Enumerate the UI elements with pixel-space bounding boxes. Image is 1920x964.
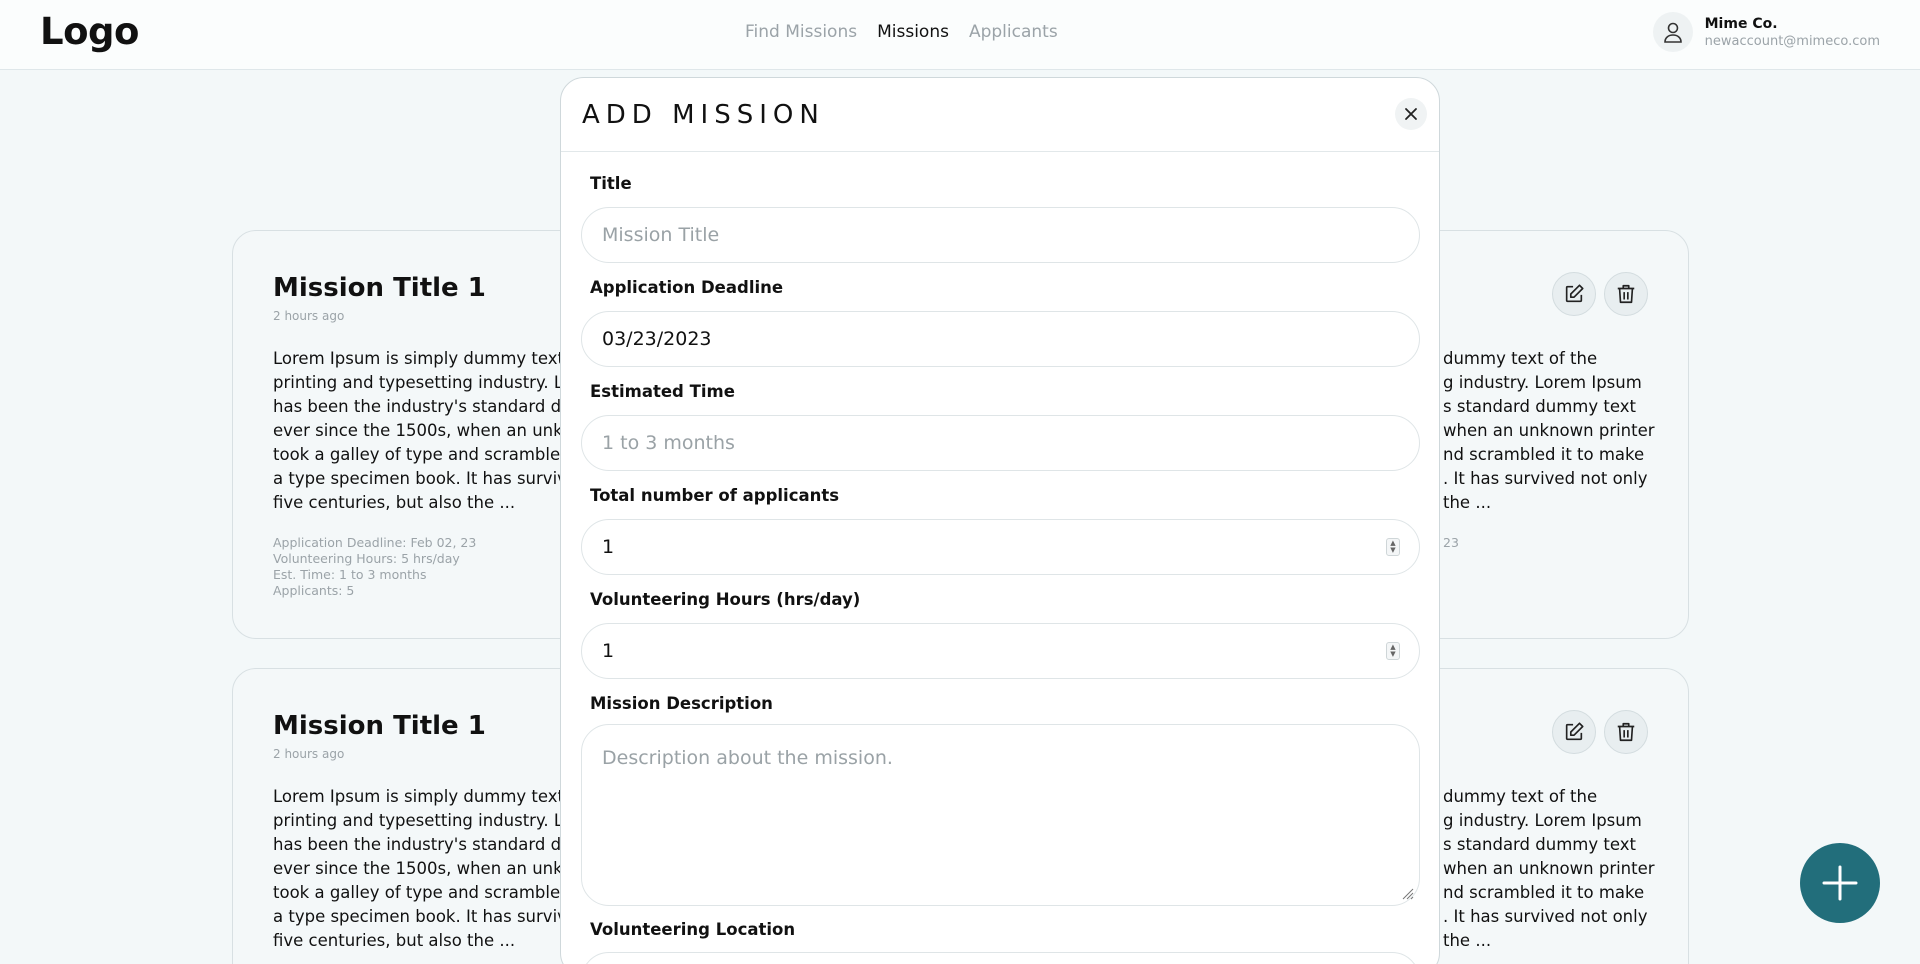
edit-button[interactable] (1552, 272, 1596, 316)
description-line: when an unknown printer (1443, 859, 1655, 878)
modal-title: ADD MISSION (582, 100, 825, 130)
description-line: ever since the 1500s, when an unkn (273, 859, 563, 878)
mission-meta-right: 23 (1443, 535, 1459, 550)
mission-meta: Application Deadline: Feb 02, 23 Volunte… (273, 535, 476, 599)
description-line: dummy text of the (1443, 349, 1598, 368)
meta-deadline: Application Deadline: Feb 02, 23 (273, 535, 477, 550)
edit-icon (1565, 284, 1584, 303)
close-button[interactable] (1395, 98, 1427, 130)
mission-description: Lorem Ipsum is simply dummy text o print… (273, 347, 563, 515)
mission-time: 2 hours ago (273, 309, 345, 323)
trash-icon (1617, 284, 1635, 304)
logo[interactable]: Logo (40, 10, 139, 53)
description-line: a type specimen book. It has surviv (273, 469, 563, 488)
title-label: Title (590, 174, 632, 193)
description-label: Mission Description (590, 694, 773, 713)
description-line: Lorem Ipsum is simply dummy text o (273, 349, 563, 368)
deadline-label: Application Deadline (590, 278, 784, 297)
description-line: . It has survived not only (1443, 907, 1648, 926)
description-line: the ... (1443, 493, 1492, 512)
description-line: printing and typesetting industry. Lo (273, 811, 563, 830)
card-actions (1552, 710, 1648, 754)
applicants-label: Total number of applicants (590, 486, 840, 505)
location-label: Volunteering Location (590, 920, 796, 939)
mission-time: 2 hours ago (273, 747, 345, 761)
mission-title: Mission Title 1 (273, 711, 486, 741)
nav-applicants[interactable]: Applicants (969, 22, 1058, 42)
plus-icon (1822, 865, 1858, 901)
nav-missions[interactable]: Missions (877, 22, 949, 42)
mission-description-right: dummy text of the g industry. Lorem Ipsu… (1443, 785, 1663, 953)
trash-icon (1617, 722, 1635, 742)
hours-label: Volunteering Hours (hrs/day) (590, 590, 861, 609)
description-line: printing and typesetting industry. Lo (273, 373, 563, 392)
meta-est-time: Est. Time: 1 to 3 months (273, 567, 427, 582)
description-line: g industry. Lorem Ipsum (1443, 811, 1642, 830)
title-input[interactable] (581, 207, 1420, 263)
estimated-time-label: Estimated Time (590, 382, 735, 401)
description-line: s standard dummy text (1443, 835, 1636, 854)
description-line: when an unknown printer (1443, 421, 1655, 440)
account-name: Mime Co. (1704, 15, 1778, 32)
description-line: took a galley of type and scrambled (273, 883, 563, 902)
card-actions (1552, 272, 1648, 316)
description-line: dummy text of the (1443, 787, 1598, 806)
description-line: the ... (1443, 931, 1492, 950)
top-header: Logo Find Missions Missions Applicants M… (0, 0, 1920, 70)
applicants-field: ▲▼ (561, 519, 1439, 575)
mission-description-right: dummy text of the g industry. Lorem Ipsu… (1443, 347, 1663, 515)
account-email: newaccount@mimeco.com (1704, 33, 1880, 49)
edit-icon (1565, 722, 1584, 741)
hours-stepper[interactable]: ▲ ▼ (1386, 642, 1400, 660)
hours-field: ▲▼ (561, 623, 1439, 679)
description-line: g industry. Lorem Ipsum (1443, 373, 1642, 392)
description-line: took a galley of type and scrambled (273, 445, 563, 464)
main-nav: Find Missions Missions Applicants (745, 22, 1058, 42)
mission-title: Mission Title 1 (273, 273, 486, 303)
description-line: has been the industry's standard du (273, 397, 563, 416)
modal-header: ADD MISSION (561, 78, 1439, 152)
description-line: nd scrambled it to make (1443, 883, 1645, 902)
description-line: Lorem Ipsum is simply dummy text o (273, 787, 563, 806)
meta-hours: Volunteering Hours: 5 hrs/day (273, 551, 460, 566)
hours-input[interactable] (581, 623, 1420, 679)
delete-button[interactable] (1604, 272, 1648, 316)
resize-grip-icon[interactable] (1402, 888, 1414, 900)
delete-button[interactable] (1604, 710, 1648, 754)
description-line: has been the industry's standard du (273, 835, 563, 854)
edit-button[interactable] (1552, 710, 1596, 754)
close-icon (1405, 108, 1417, 120)
applicants-input[interactable] (581, 519, 1420, 575)
description-line: a type specimen book. It has surviv (273, 907, 563, 926)
description-line: . It has survived not only (1443, 469, 1648, 488)
add-mission-button[interactable] (1800, 843, 1880, 923)
estimated-time-input[interactable] (581, 415, 1420, 471)
nav-find-missions[interactable]: Find Missions (745, 22, 857, 42)
account-menu[interactable]: Mime Co. newaccount@mimeco.com (1652, 12, 1880, 52)
add-mission-modal: ADD MISSION Title Application Deadline E… (560, 77, 1440, 964)
description-line: s standard dummy text (1443, 397, 1636, 416)
description-textarea[interactable] (581, 724, 1420, 906)
meta-applicants: Applicants: 5 (273, 583, 355, 598)
location-input[interactable] (581, 952, 1420, 964)
user-icon[interactable] (1652, 12, 1693, 52)
applicants-stepper[interactable]: ▲ ▼ (1386, 538, 1400, 556)
mission-description: Lorem Ipsum is simply dummy text o print… (273, 785, 563, 953)
deadline-input[interactable] (581, 311, 1420, 367)
description-line: nd scrambled it to make (1443, 445, 1645, 464)
description-line: five centuries, but also the ... (273, 493, 516, 512)
description-line: ever since the 1500s, when an unkn (273, 421, 563, 440)
description-line: five centuries, but also the ... (273, 931, 516, 950)
